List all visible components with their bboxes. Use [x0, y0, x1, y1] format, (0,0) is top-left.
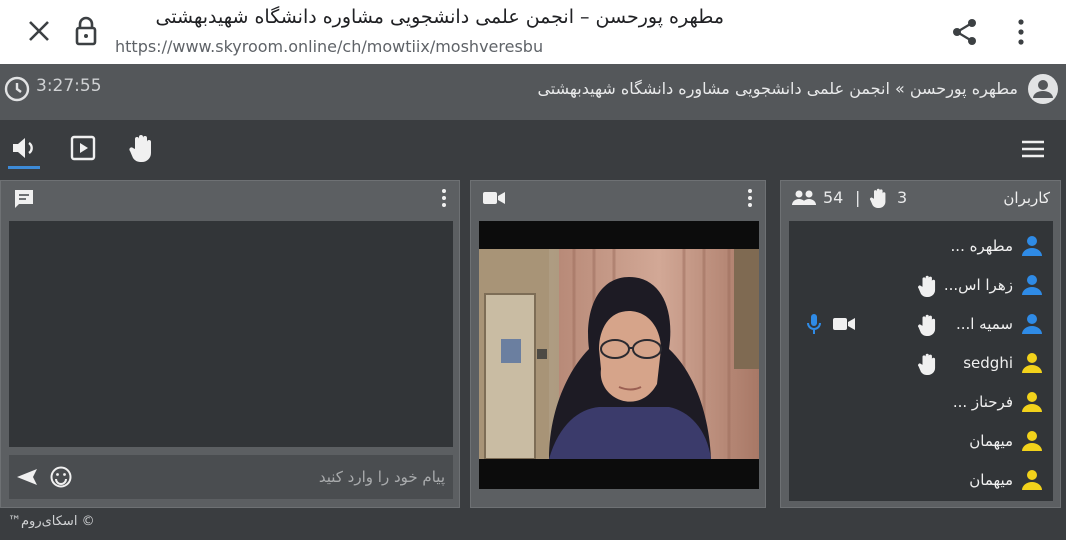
- chat-input-row: [9, 455, 453, 499]
- user-row[interactable]: مطهره ...: [789, 227, 1053, 265]
- webcam-video: [479, 249, 759, 459]
- participant-count: 54: [823, 188, 844, 207]
- send-icon[interactable]: [15, 465, 39, 489]
- raised-hand-count: 3: [897, 188, 908, 207]
- more-vert-icon[interactable]: [1010, 16, 1032, 48]
- chat-icon: [15, 190, 33, 208]
- chat-panel-header: [1, 181, 459, 215]
- room-title: مطهره پورحسن » انجمن علمی دانشجویی مشاور…: [537, 79, 1018, 98]
- user-icon: [1022, 353, 1042, 373]
- user-icon: [1022, 314, 1042, 334]
- user-row[interactable]: میهمان: [789, 461, 1053, 499]
- user-row[interactable]: زهرا اس...: [789, 266, 1053, 304]
- footer: ™اسکای‌روم ©: [0, 508, 1066, 540]
- user-icon: [1022, 275, 1042, 295]
- panel-menu-icon[interactable]: [745, 188, 755, 208]
- raised-hand-icon: [918, 353, 936, 375]
- webcam-image: [479, 249, 759, 459]
- toolbar: [0, 120, 1066, 178]
- share-icon[interactable]: [950, 16, 980, 48]
- video-panel: [470, 180, 766, 508]
- brand-label: ™اسکای‌روم ©: [8, 514, 95, 529]
- user-icon: [1022, 431, 1042, 451]
- users-list: مطهره ... زهرا اس... سمیه ا... sedghi فرحناز…: [789, 221, 1053, 501]
- separator: |: [855, 188, 861, 207]
- raised-hand-icon: [869, 188, 886, 208]
- panel-menu-icon[interactable]: [439, 188, 449, 208]
- video-frame[interactable]: [479, 221, 759, 489]
- people-icon: [792, 190, 816, 205]
- page-title: مطهره پورحسن – انجمن علمی دانشجویی مشاور…: [155, 6, 724, 28]
- user-name: فرحناز ...: [952, 393, 1013, 411]
- user-row[interactable]: میهمان: [789, 422, 1053, 460]
- video-panel-header: [471, 181, 765, 215]
- raised-hand-icon: [918, 314, 936, 336]
- user-name: میهمان: [969, 432, 1013, 450]
- user-name: سمیه ا...: [955, 315, 1013, 333]
- user-icon: [1022, 470, 1042, 490]
- chat-panel: [0, 180, 460, 508]
- video-camera-icon: [483, 192, 505, 204]
- user-name: sedghi: [963, 354, 1013, 372]
- session-timer: 3:27:55: [36, 76, 102, 96]
- camera-on-icon: [833, 318, 855, 330]
- emoji-icon[interactable]: [49, 465, 73, 489]
- user-name: زهرا اس...: [943, 276, 1013, 294]
- page-edge: [1066, 64, 1088, 540]
- play-icon[interactable]: [67, 132, 99, 164]
- user-row[interactable]: سمیه ا...: [789, 305, 1053, 343]
- avatar-icon[interactable]: [1026, 72, 1060, 106]
- user-row[interactable]: sedghi: [789, 344, 1053, 382]
- users-label: کاربران: [1003, 189, 1050, 207]
- clock-icon: [4, 76, 30, 102]
- chat-message-input[interactable]: [85, 455, 445, 499]
- user-icon: [1022, 236, 1042, 256]
- user-name: میهمان: [969, 471, 1013, 489]
- raised-hand-icon: [918, 275, 936, 297]
- hamburger-menu-icon[interactable]: [1018, 134, 1048, 164]
- speaker-icon[interactable]: [8, 132, 40, 164]
- lock-icon[interactable]: [72, 14, 100, 48]
- room-header: 3:27:55 مطهره پورحسن » انجمن علمی دانشجو…: [0, 64, 1066, 120]
- users-panel: 54 | 3 کاربران مطهره ... زهرا اس... سمیه ا…: [780, 180, 1061, 508]
- url-text[interactable]: https://www.skyroom.online/ch/mowtiix/mo…: [115, 37, 543, 56]
- active-tab-indicator: [8, 166, 40, 169]
- user-name: مطهره ...: [950, 237, 1013, 255]
- close-icon[interactable]: [22, 14, 56, 48]
- users-panel-header: 54 | 3 کاربران: [781, 181, 1060, 215]
- microphone-icon: [807, 314, 821, 334]
- user-row[interactable]: فرحناز ...: [789, 383, 1053, 421]
- browser-address-bar: مطهره پورحسن – انجمن علمی دانشجویی مشاور…: [0, 0, 1088, 64]
- chat-messages-area[interactable]: [9, 221, 453, 447]
- user-icon: [1022, 392, 1042, 412]
- hand-icon[interactable]: [126, 132, 158, 164]
